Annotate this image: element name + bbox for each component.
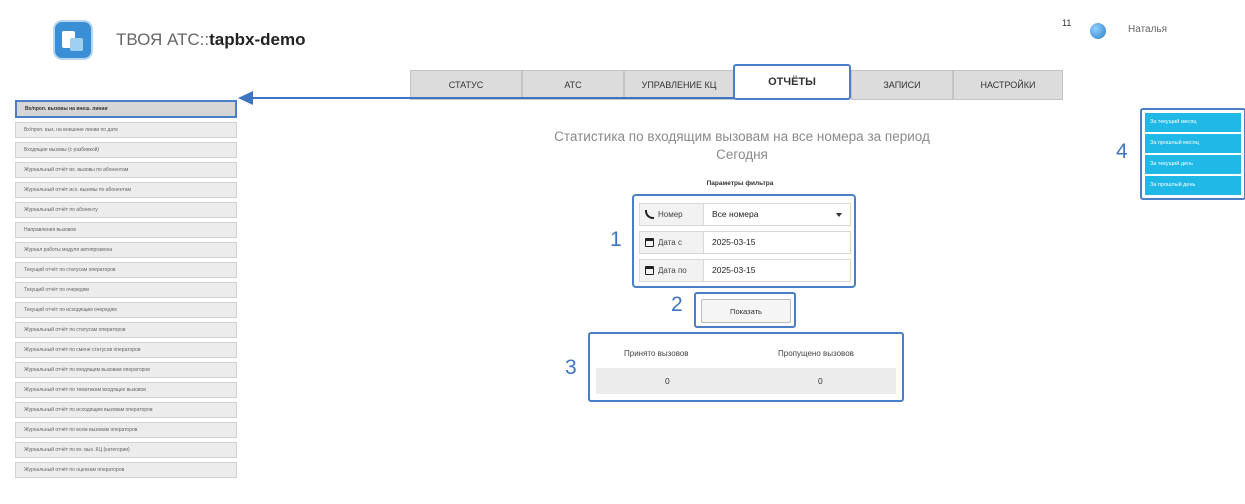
report-title: Статистика по входящим вызовам на все но…	[497, 128, 987, 164]
date-to-row: Дата по 2025-03-15	[639, 259, 851, 282]
filter-panel: Номер Все номера Дата с 2025-03-15 Дата …	[632, 194, 856, 288]
chevron-down-icon[interactable]	[836, 213, 842, 217]
calendar-icon	[645, 266, 654, 275]
filter-caption: Параметры фильтра	[706, 180, 774, 187]
sidebar-item[interactable]: Вх/проп. выз. на внешние линии по дате	[15, 122, 237, 138]
stats-table: Принято вызовов Пропущено вызовов 0 0	[588, 332, 904, 402]
date-from-input[interactable]: 2025-03-15	[712, 232, 755, 253]
sidebar-item[interactable]: Журнальный отчёт по смене статусов опера…	[15, 342, 237, 358]
quick-period-last-day[interactable]: За прошлый день	[1145, 176, 1241, 195]
sidebar-item[interactable]: Направления вызовов	[15, 222, 237, 238]
quick-period-panel: За текущий месяц За прошлый месяц За тек…	[1140, 108, 1245, 200]
app-logo	[55, 22, 91, 58]
stats-value-row: 0 0	[596, 368, 896, 394]
sidebar-item[interactable]: Журнальный отчёт по оценкам операторов	[15, 462, 237, 478]
quick-period-last-month[interactable]: За прошлый месяц	[1145, 134, 1241, 153]
annotation-number-2: 2	[671, 293, 683, 316]
sidebar-item[interactable]: Входящие вызовы (с разбивкой)	[15, 142, 237, 158]
number-filter-row: Номер Все номера	[639, 203, 851, 226]
sidebar-item[interactable]: Журнальный отчёт исх. вызовы по абонента…	[15, 182, 237, 198]
phone-icon	[645, 210, 654, 219]
show-button-frame: Показать	[694, 292, 796, 328]
annotation-arrow-head	[238, 91, 253, 105]
number-label: Номер	[640, 204, 704, 225]
sidebar-item[interactable]: Журнальный отчёт по исходящим вызовам оп…	[15, 402, 237, 418]
date-to-input[interactable]: 2025-03-15	[712, 260, 755, 281]
user-name[interactable]: Наталья	[1128, 24, 1167, 35]
sidebar-item[interactable]: Журнальный отчёт по всем вызовам операто…	[15, 422, 237, 438]
report-title-line1: Статистика по входящим вызовам на все но…	[554, 129, 930, 144]
accepted-calls-header: Принято вызовов	[624, 349, 689, 358]
date-from-label: Дата с	[640, 232, 704, 253]
annotation-number-1: 1	[610, 228, 622, 251]
sidebar: Вх/проп. вызовы на внеш. линии Вх/проп. …	[15, 100, 237, 482]
sidebar-item-inbound-missed[interactable]: Вх/проп. вызовы на внеш. линии	[15, 100, 237, 118]
number-label-text: Номер	[658, 210, 683, 219]
sidebar-item[interactable]: Журнальный отчёт по входящим вызовам опе…	[15, 362, 237, 378]
user-globe-icon[interactable]	[1090, 23, 1106, 39]
sidebar-item[interactable]: Текущий отчёт по очередям	[15, 282, 237, 298]
quick-period-current-month[interactable]: За текущий месяц	[1145, 113, 1241, 132]
tab-reports[interactable]: ОТЧЁТЫ	[733, 64, 851, 100]
app-title-name: tapbx-demo	[209, 30, 306, 49]
tab-settings[interactable]: НАСТРОЙКИ	[953, 70, 1063, 100]
tab-records[interactable]: ЗАПИСИ	[851, 70, 953, 100]
tab-cc-management[interactable]: УПРАВЛЕНИЕ КЦ	[624, 70, 734, 100]
app-title: ТВОЯ АТС::tapbx-demo	[116, 30, 305, 50]
report-title-line2: Сегодня	[716, 147, 768, 162]
sidebar-item[interactable]: Журнальный отчёт по статусам операторов	[15, 322, 237, 338]
page: ТВОЯ АТС::tapbx-demo 11 Наталья СТАТУС А…	[0, 0, 1245, 504]
sidebar-item[interactable]: Текущий отчёт по исходящим очередям	[15, 302, 237, 318]
tab-status[interactable]: СТАТУС	[410, 70, 522, 100]
show-button[interactable]: Показать	[701, 299, 791, 323]
date-from-label-text: Дата с	[658, 238, 682, 247]
sidebar-item[interactable]: Журнальный отчёт по вх. выз. КЦ (категор…	[15, 442, 237, 458]
sidebar-item[interactable]: Журнальный отчёт вх. вызовы по абонентам	[15, 162, 237, 178]
stats-header-row: Принято вызовов Пропущено вызовов	[596, 340, 896, 369]
date-from-row: Дата с 2025-03-15	[639, 231, 851, 254]
tab-pbx[interactable]: АТС	[522, 70, 624, 100]
annotation-number-4: 4	[1116, 140, 1128, 163]
quick-period-current-day[interactable]: За текущий день	[1145, 155, 1241, 174]
missed-calls-value: 0	[818, 376, 823, 386]
accepted-calls-value: 0	[665, 376, 670, 386]
sidebar-item[interactable]: Текущий отчёт по статусам операторов	[15, 262, 237, 278]
sidebar-item[interactable]: Журнал работы модуля автопрозвона	[15, 242, 237, 258]
missed-calls-header: Пропущено вызовов	[778, 349, 854, 358]
calendar-icon	[645, 238, 654, 247]
annotation-arrow-line	[252, 97, 734, 99]
annotation-number-3: 3	[565, 356, 577, 379]
app-title-prefix: ТВОЯ АТС::	[116, 30, 210, 49]
date-to-label: Дата по	[640, 260, 704, 281]
date-to-label-text: Дата по	[658, 266, 687, 275]
sidebar-item[interactable]: Журнальный отчёт по абоненту	[15, 202, 237, 218]
sidebar-item[interactable]: Журнальный отчёт по тематикам входящих в…	[15, 382, 237, 398]
number-select[interactable]: Все номера	[712, 204, 758, 225]
user-count: 11	[1062, 18, 1072, 28]
